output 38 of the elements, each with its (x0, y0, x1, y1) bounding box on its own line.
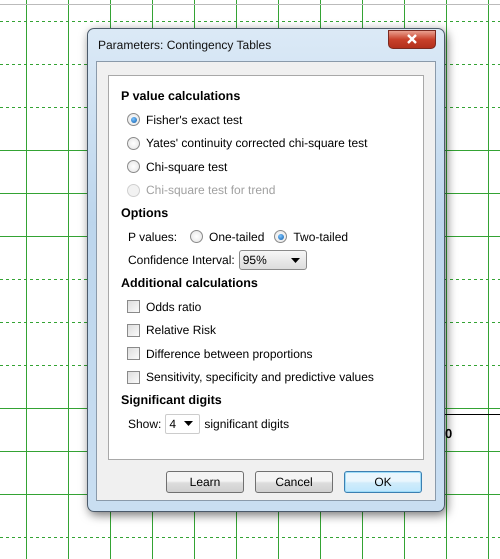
radio-label: One-tailed (209, 230, 264, 244)
radio-button[interactable] (274, 230, 288, 244)
section-heading: Options (121, 206, 168, 220)
section-heading: P value calculations (121, 89, 240, 103)
close-icon (406, 34, 418, 44)
radio-label: Chi-square test for trend (146, 183, 276, 198)
dropdown-arrow-icon (184, 421, 194, 426)
sheet-line (445, 414, 500, 415)
checkbox[interactable] (127, 324, 140, 337)
checkbox[interactable] (127, 370, 140, 384)
radio-button[interactable] (127, 113, 140, 126)
field-label: Show: (128, 416, 162, 431)
checkbox[interactable] (127, 347, 140, 360)
radio-button[interactable] (127, 160, 140, 174)
section-heading: Significant digits (121, 393, 222, 407)
checkbox-label: Difference between proportions (146, 346, 313, 361)
dialog-button[interactable]: Learn (166, 471, 244, 493)
checkbox-label: Sensitivity, specificity and predictive values (146, 370, 374, 384)
checkbox-label: Odds ratio (146, 300, 202, 314)
radio-label: Yates' continuity corrected chi-square test (146, 136, 368, 150)
digits-dropdown[interactable]: 4 (165, 414, 200, 434)
dialog-button[interactable]: Cancel (255, 471, 333, 493)
field-label: P values: (128, 230, 178, 244)
section-heading: Additional calculations (121, 276, 258, 290)
dialog-button[interactable]: OK (344, 471, 422, 493)
radio-label: Fisher's exact test (146, 112, 242, 127)
field-label: Confidence Interval: (128, 253, 235, 268)
field-suffix: significant digits (204, 416, 290, 431)
radio-label: Chi-square test (146, 160, 228, 174)
confidence-dropdown[interactable]: 95% (238, 250, 307, 270)
radio-label: Two-tailed (293, 230, 348, 244)
window-title: Parameters: Contingency Tables (97, 38, 272, 52)
close-button[interactable] (388, 30, 436, 48)
dropdown-arrow-icon (290, 258, 300, 263)
checkbox-label: Relative Risk (146, 323, 216, 338)
checkbox[interactable] (127, 300, 140, 314)
radio-button[interactable] (127, 136, 140, 150)
radio-button[interactable] (190, 230, 203, 244)
